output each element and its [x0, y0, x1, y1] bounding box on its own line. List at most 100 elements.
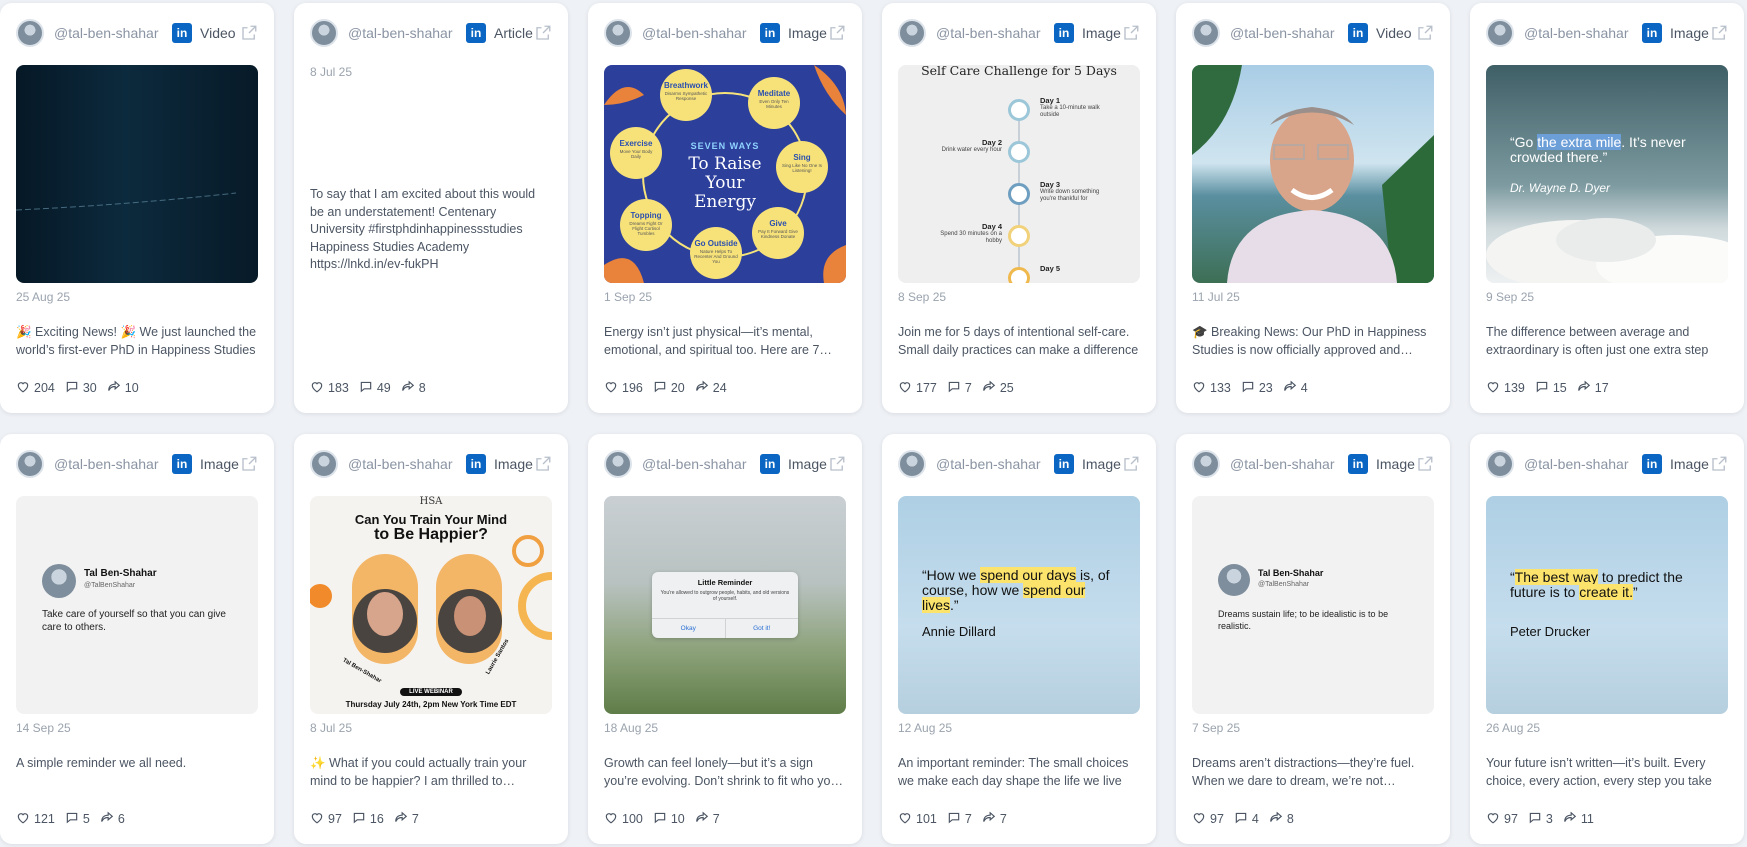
- author-handle[interactable]: @tal-ben-shahar: [936, 456, 1044, 472]
- shares-count: 4: [1300, 381, 1308, 395]
- external-link-icon[interactable]: [1710, 24, 1728, 42]
- author-handle[interactable]: @tal-ben-shahar: [642, 25, 750, 41]
- author-handle[interactable]: @tal-ben-shahar: [936, 25, 1044, 41]
- author-handle[interactable]: @tal-ben-shahar: [642, 456, 750, 472]
- post-card[interactable]: @tal-ben-shahar in Image HSA Can You Tra…: [294, 434, 568, 844]
- author-handle[interactable]: @tal-ben-shahar: [1230, 25, 1338, 41]
- avatar[interactable]: [1192, 19, 1220, 47]
- post-description: Join me for 5 days of intentional self-c…: [898, 325, 1139, 357]
- quote-image[interactable]: “Go the extra mile. It’s never crowded t…: [1486, 65, 1728, 283]
- external-link-icon[interactable]: [828, 455, 846, 473]
- avatar[interactable]: [310, 450, 338, 478]
- shares-count: 8: [418, 381, 426, 395]
- external-link-icon[interactable]: [1710, 455, 1728, 473]
- post-card[interactable]: @tal-ben-shahar in Image “How we spend o…: [882, 434, 1156, 844]
- likes-count: 97: [1210, 812, 1224, 826]
- linkedin-icon: in: [1054, 454, 1074, 474]
- external-link-icon[interactable]: [534, 455, 552, 473]
- post-card[interactable]: @tal-ben-shahar in Image Tal Ben-Shahar …: [0, 434, 274, 844]
- post-card[interactable]: @tal-ben-shahar in Video 11 Jul 25 🎓 Bre…: [1176, 3, 1450, 413]
- post-description: Energy isn’t just physical—it’s mental, …: [604, 325, 820, 357]
- author-handle[interactable]: @tal-ben-shahar: [1230, 456, 1338, 472]
- author-handle[interactable]: @tal-ben-shahar: [54, 456, 162, 472]
- selfcare-day-label: Day 5: [1040, 264, 1061, 273]
- avatar[interactable]: [16, 19, 44, 47]
- avatar[interactable]: [604, 450, 632, 478]
- quote-image[interactable]: “The best way to predict the future is t…: [1486, 496, 1728, 714]
- webinar-logo: HSA: [419, 496, 443, 507]
- author-handle[interactable]: @tal-ben-shahar: [348, 25, 456, 41]
- energy-item-title: Meditate: [757, 89, 791, 98]
- post-card[interactable]: @tal-ben-shahar in Article 8 Jul 25 To s…: [294, 3, 568, 413]
- avatar[interactable]: [1486, 450, 1514, 478]
- post-description: Dreams aren’t distractions—they’re fuel.…: [1192, 756, 1415, 788]
- post-header: @tal-ben-shahar in Image: [588, 3, 862, 63]
- linkedin-icon: in: [1348, 454, 1368, 474]
- comment-icon: [1535, 380, 1553, 396]
- external-link-icon[interactable]: [534, 24, 552, 42]
- external-link-icon[interactable]: [1122, 455, 1140, 473]
- likes-count: 177: [916, 381, 937, 395]
- post-card[interactable]: @tal-ben-shahar in Image Tal Ben-Shahar …: [1176, 434, 1450, 844]
- webinar-image[interactable]: HSA Can You Train Your Mind to Be Happie…: [310, 496, 552, 714]
- comment-icon: [352, 811, 370, 827]
- author-handle[interactable]: @tal-ben-shahar: [348, 456, 456, 472]
- external-link-icon[interactable]: [1122, 24, 1140, 42]
- shares-stat: 8: [401, 380, 426, 396]
- post-card[interactable]: @tal-ben-shahar in Image SEVEN WAYS To R…: [588, 3, 862, 413]
- external-link-icon[interactable]: [1416, 455, 1434, 473]
- video-thumbnail[interactable]: [16, 65, 258, 283]
- energy-item-sub: Sing Like No One Is Listening!: [781, 163, 823, 173]
- likes-stat: 196: [604, 380, 643, 396]
- energy-item-sub: Move Your Body Daily: [619, 149, 653, 159]
- avatar[interactable]: [898, 450, 926, 478]
- video-thumbnail[interactable]: [1192, 65, 1434, 283]
- quote-image[interactable]: “How we spend our days is, of course, ho…: [898, 496, 1140, 714]
- selfcare-day: Day 3 Write down something you're thankf…: [1040, 180, 1110, 203]
- post-date: 12 Aug 25: [898, 721, 953, 735]
- likes-stat: 100: [604, 811, 643, 827]
- heart-icon: [898, 380, 916, 396]
- post-card[interactable]: @tal-ben-shahar in Image Self Care Chall…: [882, 3, 1156, 413]
- reminder-image[interactable]: Little Reminder You're allowed to outgro…: [604, 496, 846, 714]
- energy-circle: Give Pay It Forward Give Kindness Donate: [752, 207, 804, 259]
- post-card[interactable]: @tal-ben-shahar in Image “The best way t…: [1470, 434, 1744, 844]
- avatar[interactable]: [898, 19, 926, 47]
- post-card[interactable]: @tal-ben-shahar in Image Little Reminder…: [588, 434, 862, 844]
- reminder-actions: Okay Got it!: [652, 618, 798, 638]
- post-card[interactable]: @tal-ben-shahar in Image “Go the extra m…: [1470, 3, 1744, 413]
- external-link-icon[interactable]: [240, 455, 258, 473]
- tweet-avatar: [42, 564, 76, 598]
- shares-count: 7: [999, 812, 1007, 826]
- avatar[interactable]: [1192, 450, 1220, 478]
- external-link-icon[interactable]: [240, 24, 258, 42]
- comments-stat: 7: [947, 811, 972, 827]
- tweet-avatar: [1218, 564, 1250, 596]
- external-link-icon[interactable]: [828, 24, 846, 42]
- author-handle[interactable]: @tal-ben-shahar: [1524, 456, 1632, 472]
- energy-circle: Meditate Even Only Ten Minutes: [748, 77, 800, 129]
- comment-icon: [359, 380, 377, 396]
- external-link-icon[interactable]: [1416, 24, 1434, 42]
- avatar[interactable]: [1486, 19, 1514, 47]
- post-stats: 100 10 7: [604, 811, 730, 827]
- post-card[interactable]: @tal-ben-shahar in Video 25 Aug 25 🎉 Exc…: [0, 3, 274, 413]
- post-date: 14 Sep 25: [16, 721, 71, 735]
- tweet-image[interactable]: Tal Ben-Shahar @TalBenShahar Dreams sust…: [1192, 496, 1434, 714]
- author-handle[interactable]: @tal-ben-shahar: [54, 25, 162, 41]
- quote-text: “The best way to predict the future is t…: [1510, 569, 1710, 600]
- author-handle[interactable]: @tal-ben-shahar: [1524, 25, 1632, 41]
- selfcare-infographic[interactable]: Self Care Challenge for 5 Days Day 1 Tak…: [898, 65, 1140, 283]
- comments-stat: 4: [1234, 811, 1259, 827]
- post-type: Image: [200, 456, 239, 472]
- tweet-image[interactable]: Tal Ben-Shahar @TalBenShahar Take care o…: [16, 496, 258, 714]
- energy-infographic[interactable]: SEVEN WAYS To Raise Your Energy Breathwo…: [604, 65, 846, 283]
- avatar[interactable]: [16, 450, 44, 478]
- linkedin-icon: in: [760, 23, 780, 43]
- post-header: @tal-ben-shahar in Image: [882, 434, 1156, 494]
- heart-icon: [604, 380, 622, 396]
- avatar[interactable]: [604, 19, 632, 47]
- avatar[interactable]: [310, 19, 338, 47]
- reminder-title: Little Reminder: [697, 578, 753, 587]
- share-icon: [1283, 380, 1301, 396]
